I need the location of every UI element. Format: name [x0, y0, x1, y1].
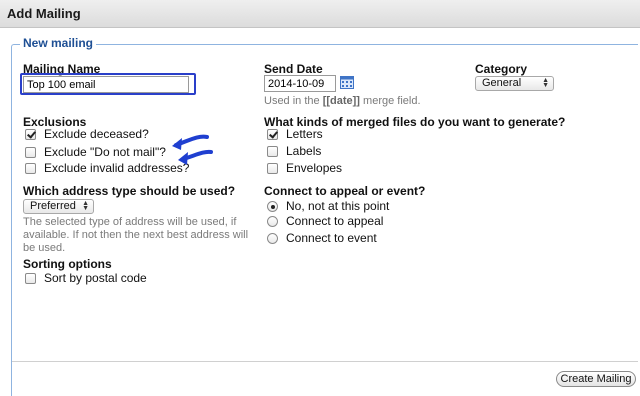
- exclude-deceased-label: Exclude deceased?: [44, 127, 149, 141]
- connect-event-label: Connect to event: [286, 231, 377, 245]
- select-arrows-icon: ▲ ▼: [82, 200, 89, 212]
- labels-label: Labels: [286, 144, 322, 158]
- mailing-name-input[interactable]: [23, 76, 189, 93]
- envelopes-option[interactable]: Envelopes: [267, 161, 427, 175]
- letters-label: Letters: [286, 127, 323, 141]
- address-type-help: The selected type of address will be use…: [23, 216, 249, 254]
- create-mailing-button[interactable]: Create Mailing: [556, 371, 636, 387]
- category-label: Category: [475, 62, 528, 76]
- send-date-help-token: [[date]]: [322, 95, 360, 107]
- send-date-help: Used in the [[date]] merge field.: [264, 95, 421, 108]
- envelopes-checkbox[interactable]: [267, 163, 278, 174]
- exclude-do-not-mail-checkbox[interactable]: [25, 147, 36, 158]
- exclude-invalid-addresses-checkbox[interactable]: [25, 163, 36, 174]
- exclude-deceased-option[interactable]: Exclude deceased?: [25, 127, 245, 141]
- connect-appeal-label: Connect to appeal: [286, 214, 384, 228]
- window-title: Add Mailing: [7, 6, 81, 21]
- appeal-label: Connect to appeal or event?: [264, 184, 426, 198]
- calendar-icon[interactable]: [340, 76, 354, 89]
- footer-divider: [12, 361, 638, 362]
- address-type-label: Which address type should be used?: [23, 184, 236, 198]
- send-date-help-prefix: Used in the: [264, 95, 323, 107]
- send-date-label: Send Date: [264, 62, 323, 76]
- exclude-deceased-checkbox[interactable]: [25, 129, 36, 140]
- labels-option[interactable]: Labels: [267, 144, 427, 158]
- category-selected-value: General: [482, 77, 522, 89]
- exclude-invalid-addresses-label: Exclude invalid addresses?: [44, 161, 190, 175]
- send-date-input[interactable]: [264, 75, 336, 92]
- window-titlebar: Add Mailing: [0, 0, 640, 28]
- sort-postal-checkbox[interactable]: [25, 273, 36, 284]
- no-connection-option[interactable]: No, not at this point: [267, 199, 447, 213]
- connect-appeal-radio[interactable]: [267, 216, 278, 227]
- select-arrows-icon: ▲ ▼: [542, 77, 549, 89]
- sort-postal-label: Sort by postal code: [44, 271, 147, 285]
- letters-option[interactable]: Letters: [267, 127, 427, 141]
- address-type-select[interactable]: Preferred ▲ ▼: [23, 199, 94, 214]
- letters-checkbox[interactable]: [267, 129, 278, 140]
- category-select[interactable]: General ▲ ▼: [475, 76, 554, 91]
- sorting-label: Sorting options: [23, 257, 112, 271]
- connect-event-radio[interactable]: [267, 233, 278, 244]
- no-connection-radio[interactable]: [267, 201, 278, 212]
- address-type-selected-value: Preferred: [30, 200, 76, 212]
- no-connection-label: No, not at this point: [286, 199, 390, 213]
- connect-appeal-option[interactable]: Connect to appeal: [267, 214, 447, 228]
- sort-postal-option[interactable]: Sort by postal code: [25, 271, 205, 285]
- section-legend: New mailing: [20, 36, 97, 50]
- connect-event-option[interactable]: Connect to event: [267, 231, 447, 245]
- labels-checkbox[interactable]: [267, 146, 278, 157]
- exclude-do-not-mail-label: Exclude "Do not mail"?: [44, 145, 166, 159]
- arrow-annotation-icon: [178, 149, 213, 165]
- envelopes-label: Envelopes: [286, 161, 343, 175]
- send-date-help-suffix: merge field.: [359, 95, 421, 107]
